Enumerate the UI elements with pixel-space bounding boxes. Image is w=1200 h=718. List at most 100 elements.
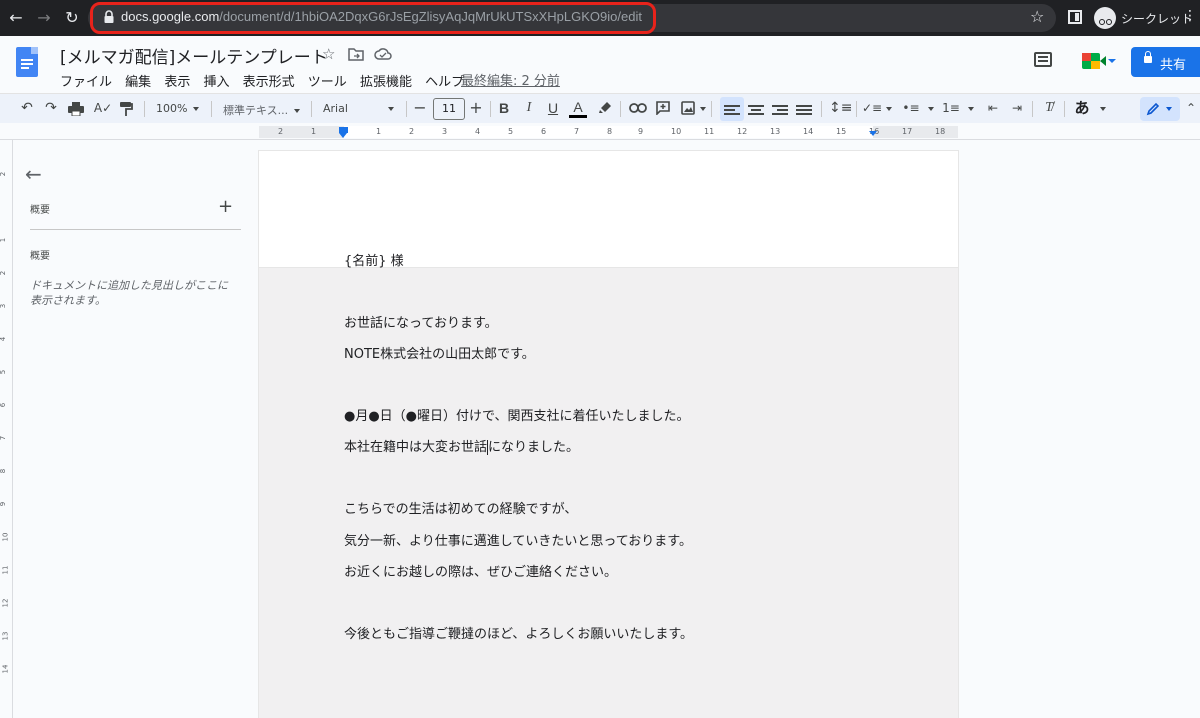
- decrease-indent-icon[interactable]: ⇤: [984, 99, 1002, 117]
- print-icon[interactable]: [68, 102, 84, 116]
- font-select[interactable]: Arial: [323, 102, 394, 115]
- last-edit-link[interactable]: 最終編集: 2 分前: [461, 70, 560, 89]
- doc-line[interactable]: こちらでの生活は初めての経験ですが、: [344, 498, 577, 517]
- ruler-number: 4: [0, 336, 8, 342]
- document-title[interactable]: [メルマガ配信]メールテンプレート: [60, 43, 328, 68]
- increase-font-size-icon[interactable]: +: [468, 99, 484, 117]
- menu-insert[interactable]: 挿入: [203, 75, 229, 90]
- forward-icon[interactable]: →: [34, 8, 54, 28]
- ruler-number: 15: [836, 127, 847, 136]
- insert-image-icon[interactable]: [681, 101, 695, 115]
- align-center-icon[interactable]: [748, 103, 764, 117]
- bulleted-list-icon[interactable]: •≡: [902, 99, 920, 117]
- align-right-icon[interactable]: [772, 103, 788, 117]
- menu-file[interactable]: ファイル: [60, 75, 112, 90]
- comment-history-icon[interactable]: [1034, 52, 1052, 67]
- increase-indent-icon[interactable]: ⇥: [1008, 99, 1026, 117]
- add-comment-icon[interactable]: [656, 101, 670, 115]
- underline-icon[interactable]: U: [545, 99, 561, 117]
- undo-icon[interactable]: ↶: [18, 99, 36, 117]
- spellcheck-icon[interactable]: A✓: [93, 99, 113, 117]
- text-color-icon[interactable]: A: [569, 99, 587, 118]
- doc-line[interactable]: NOTE株式会社の山田太郎です。: [344, 343, 535, 362]
- chevron-down-icon[interactable]: [700, 107, 706, 111]
- menu-edit[interactable]: 編集: [125, 75, 151, 90]
- justify-icon[interactable]: [796, 103, 812, 117]
- redo-icon[interactable]: ↷: [42, 99, 60, 117]
- meet-camera-icon[interactable]: [1100, 56, 1106, 66]
- left-indent-handle[interactable]: [339, 133, 347, 138]
- add-summary-icon[interactable]: +: [218, 196, 233, 217]
- ruler-number: 5: [508, 127, 514, 136]
- clear-formatting-icon[interactable]: T̸: [1040, 99, 1058, 117]
- ruler-number: 11: [1, 565, 10, 575]
- reload-icon[interactable]: ↻: [62, 8, 82, 28]
- outline-empty-message: ドキュメントに追加した見出しがここに表示されます。: [30, 279, 228, 307]
- menu-help[interactable]: ヘルプ: [425, 75, 464, 90]
- doc-line[interactable]: 今後ともご指導ご鞭撻のほど、よろしくお願いいたします。: [344, 623, 693, 642]
- bold-icon[interactable]: B: [496, 99, 512, 117]
- incognito-icon[interactable]: [1094, 7, 1116, 29]
- right-indent-handle[interactable]: [869, 131, 877, 136]
- menu-format[interactable]: 表示形式: [243, 75, 295, 90]
- italic-icon[interactable]: I: [521, 99, 537, 117]
- menu-view[interactable]: 表示: [164, 75, 190, 90]
- ruler-number: 3: [0, 303, 8, 309]
- editing-mode-button[interactable]: [1140, 97, 1180, 121]
- line-spacing-icon[interactable]: ↕≡: [829, 99, 852, 117]
- highlight-color-icon[interactable]: [598, 101, 612, 115]
- ruler-number: 2: [0, 270, 8, 276]
- horizontal-ruler[interactable]: 2 1 1 2 3 4 5 6 7 8 9 10 11 12 13 14 15 …: [0, 123, 1200, 140]
- chevron-up-icon[interactable]: ⌃: [1184, 99, 1198, 117]
- star-icon[interactable]: ☆: [322, 45, 335, 63]
- font-value: Arial: [323, 102, 348, 115]
- share-button[interactable]: 共有: [1131, 47, 1200, 77]
- browser-menu-icon[interactable]: ⋮: [1183, 8, 1197, 24]
- meet-icon[interactable]: [1082, 53, 1100, 69]
- chevron-down-icon[interactable]: [1100, 107, 1106, 111]
- ruler-number: 12: [1, 598, 10, 608]
- side-panel-icon[interactable]: [1068, 10, 1082, 24]
- doc-line[interactable]: お世話になっております。: [344, 312, 498, 331]
- back-icon[interactable]: ←: [6, 8, 26, 28]
- doc-line[interactable]: お近くにお越しの際は、ぜひご連絡ください。: [344, 561, 617, 580]
- checklist-icon[interactable]: ✓≡: [862, 99, 882, 117]
- numbered-list-icon[interactable]: 1≡: [942, 99, 960, 117]
- move-folder-icon[interactable]: [348, 47, 364, 61]
- font-size-input[interactable]: 11: [433, 98, 465, 120]
- chevron-down-icon[interactable]: [968, 107, 974, 111]
- bookmark-star-icon[interactable]: ☆: [1030, 7, 1044, 26]
- menu-extensions[interactable]: 拡張機能: [360, 75, 412, 90]
- ruler-number: 13: [770, 127, 781, 136]
- ruler-number: 4: [475, 127, 481, 136]
- ruler-number: 9: [638, 127, 644, 136]
- chevron-down-icon[interactable]: [928, 107, 934, 111]
- menu-tools[interactable]: ツール: [308, 75, 347, 90]
- ruler-left-margin: [259, 126, 344, 138]
- doc-text-before-cursor: 本社在籍中は大変お世話: [344, 440, 488, 455]
- browser-toolbar: ← → ↻ docs.google.com/document/d/1hbiOA2…: [0, 0, 1200, 36]
- doc-line-with-cursor[interactable]: 本社在籍中は大変お世話になりました。: [344, 436, 579, 455]
- style-value: 標準テキス...: [223, 104, 289, 117]
- decrease-font-size-icon[interactable]: −: [412, 99, 428, 117]
- insert-link-icon[interactable]: [629, 103, 647, 113]
- ruler-number: 10: [671, 127, 682, 136]
- doc-line-salutation[interactable]: {名前} 様: [344, 250, 404, 269]
- paint-format-icon[interactable]: [119, 101, 133, 117]
- zoom-select[interactable]: 100%: [156, 102, 200, 115]
- vertical-ruler[interactable]: 2 1 2 3 4 5 6 7 8 9 10 11 12 13 14: [0, 140, 13, 718]
- close-outline-arrow-icon[interactable]: ←: [25, 162, 42, 186]
- cloud-status-icon[interactable]: [374, 48, 392, 60]
- chevron-down-icon[interactable]: [886, 107, 892, 111]
- ruler-number: 13: [1, 631, 10, 641]
- docs-logo-icon[interactable]: [16, 47, 38, 77]
- doc-line[interactable]: 気分一新、より仕事に邁進していきたいと思っております。: [344, 530, 692, 549]
- ruler-number: 1: [0, 237, 8, 243]
- input-tools-button[interactable]: あ: [1072, 99, 1092, 117]
- document-page-body[interactable]: [259, 268, 958, 718]
- align-left-icon[interactable]: [724, 103, 740, 117]
- style-select[interactable]: 標準テキス...: [223, 102, 301, 118]
- doc-line[interactable]: ●月●日（●曜日）付けで、関西支社に着任いたしました。: [344, 405, 690, 424]
- url-text[interactable]: docs.google.com/document/d/1hbiOA2DqxG6r…: [121, 9, 642, 24]
- meet-dropdown-icon[interactable]: [1108, 59, 1116, 63]
